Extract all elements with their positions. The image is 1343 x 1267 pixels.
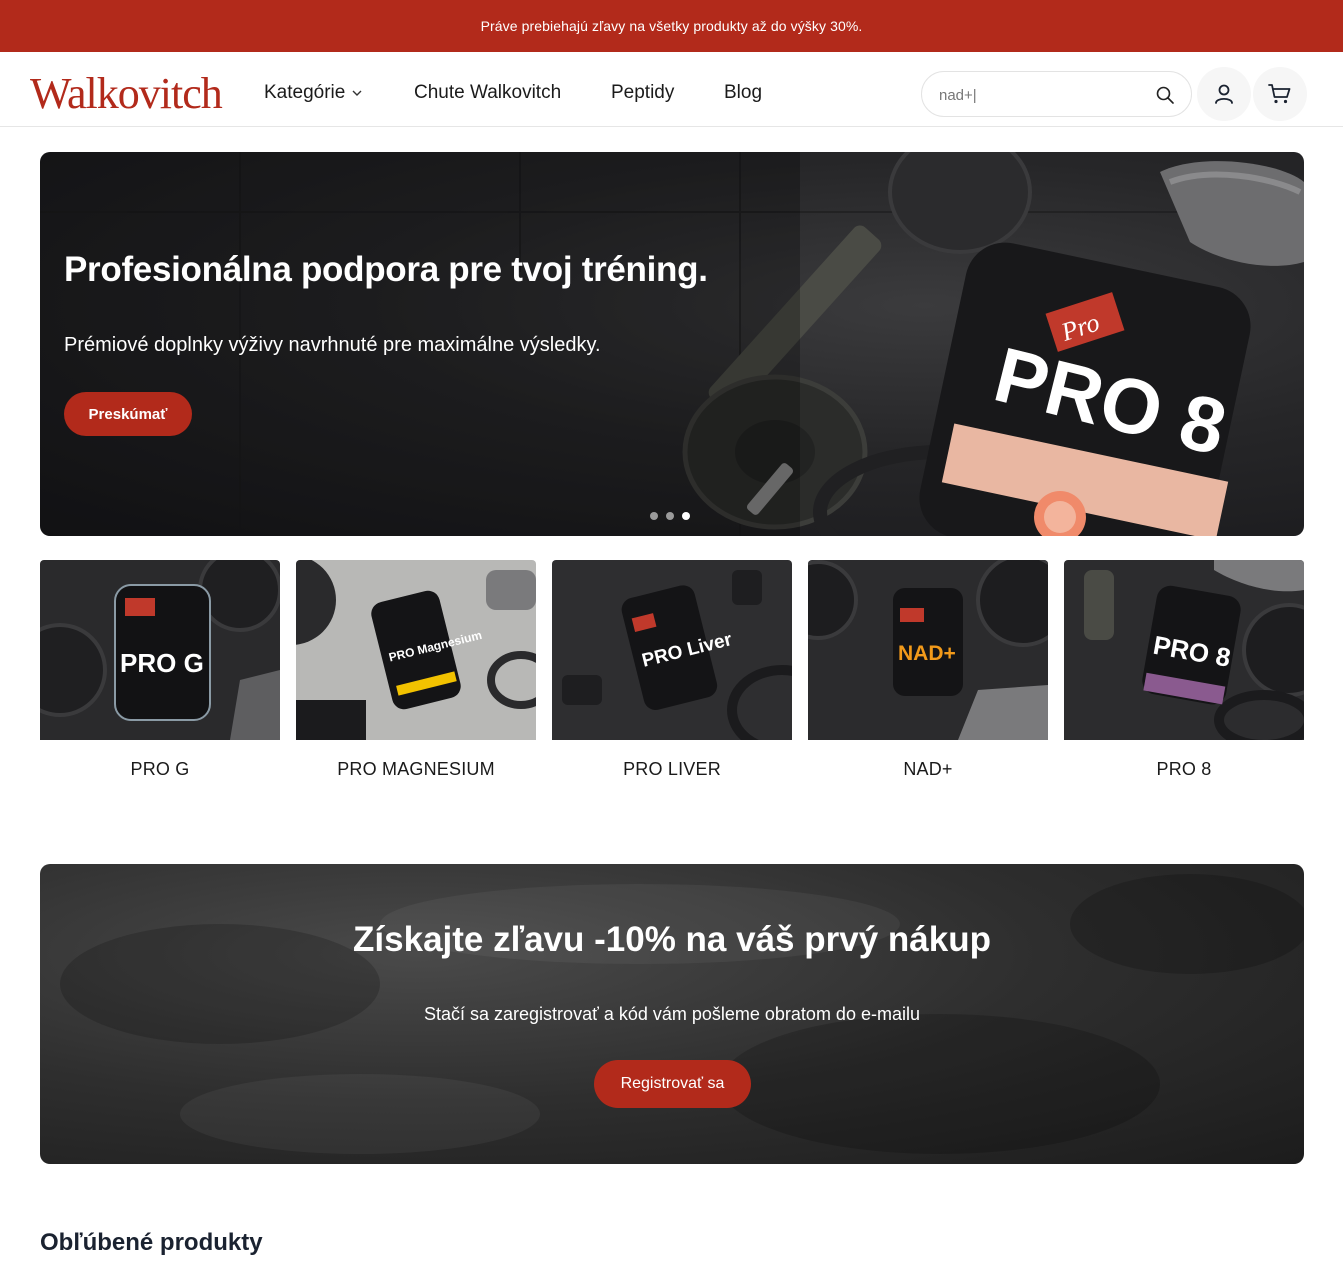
discount-subtitle: Stačí sa zaregistrovať a kód vám pošleme… [424, 1004, 920, 1024]
product-name[interactable]: PRO LIVER [552, 759, 792, 780]
discount-banner: Získajte zľavu -10% na váš prvý nákup St… [40, 864, 1304, 1164]
product-tile-pro-magnesium[interactable]: PRO Magnesium PRO MAGNESIUM [296, 560, 536, 790]
svg-text:PRO G: PRO G [120, 648, 204, 678]
discount-title: Získajte zľavu -10% na váš prvý nákup [353, 920, 991, 959]
nav-peptidy[interactable]: Peptidy [611, 82, 674, 104]
product-image: NAD+ [808, 560, 1048, 740]
site-header: Walkovitch Kategórie Chute Walkovitch Pe… [0, 52, 1343, 127]
user-icon [1215, 84, 1233, 104]
product-tile-pro-liver[interactable]: PRO Liver PRO LIVER [552, 560, 792, 790]
cart-icon [1268, 84, 1291, 104]
search-box [921, 71, 1192, 117]
nav-kategorie-label: Kategórie [264, 82, 346, 103]
nav-blog[interactable]: Blog [724, 82, 762, 104]
product-image: PRO 8 [1064, 560, 1304, 740]
svg-text:NAD+: NAD+ [898, 642, 956, 665]
carousel-dots [650, 512, 690, 520]
logo[interactable]: Walkovitch [30, 68, 236, 118]
hero-banner: Pro PRO 8 Profesionálna podpora pre tvoj… [40, 152, 1304, 536]
carousel-dot-active[interactable] [682, 512, 690, 520]
search-input[interactable] [939, 84, 1139, 106]
hero-title: Profesionálna podpora pre tvoj tréning. [64, 250, 708, 289]
explore-button[interactable]: Preskúmať [64, 392, 192, 436]
promo-text: Práve prebiehajú zľavy na všetky produkt… [480, 18, 863, 34]
product-image: PRO G [40, 560, 280, 740]
logo-text: Walkovitch [30, 69, 223, 118]
nav-chute-walkovitch[interactable]: Chute Walkovitch [414, 82, 561, 104]
hero-subtitle: Prémiové doplnky výživy navrhnuté pre ma… [64, 334, 601, 356]
nav-kategorie[interactable]: Kategórie [264, 82, 363, 104]
popular-products-heading: Obľúbené produkty [40, 1229, 263, 1256]
cart-button[interactable] [1253, 67, 1307, 121]
hero-product-jar: Pro PRO 8 [919, 242, 1251, 536]
product-tile-pro-8[interactable]: PRO 8 PRO 8 [1064, 560, 1304, 790]
product-name[interactable]: PRO G [40, 759, 280, 780]
product-image: PRO Magnesium [296, 560, 536, 740]
product-name[interactable]: PRO 8 [1064, 759, 1304, 780]
carousel-dot[interactable] [650, 512, 658, 520]
promo-bar: Práve prebiehajú zľavy na všetky produkt… [0, 0, 1343, 52]
product-image: PRO Liver [552, 560, 792, 740]
chevron-down-icon [352, 90, 362, 96]
product-tile-pro-g[interactable]: PRO G PRO G [40, 560, 280, 790]
account-button[interactable] [1197, 67, 1251, 121]
register-button[interactable]: Registrovať sa [594, 1060, 751, 1108]
carousel-dot[interactable] [666, 512, 674, 520]
product-tile-nad[interactable]: NAD+ NAD+ [808, 560, 1048, 790]
product-name[interactable]: NAD+ [808, 759, 1048, 780]
search-icon[interactable] [1155, 85, 1175, 105]
product-name[interactable]: PRO MAGNESIUM [296, 759, 536, 780]
